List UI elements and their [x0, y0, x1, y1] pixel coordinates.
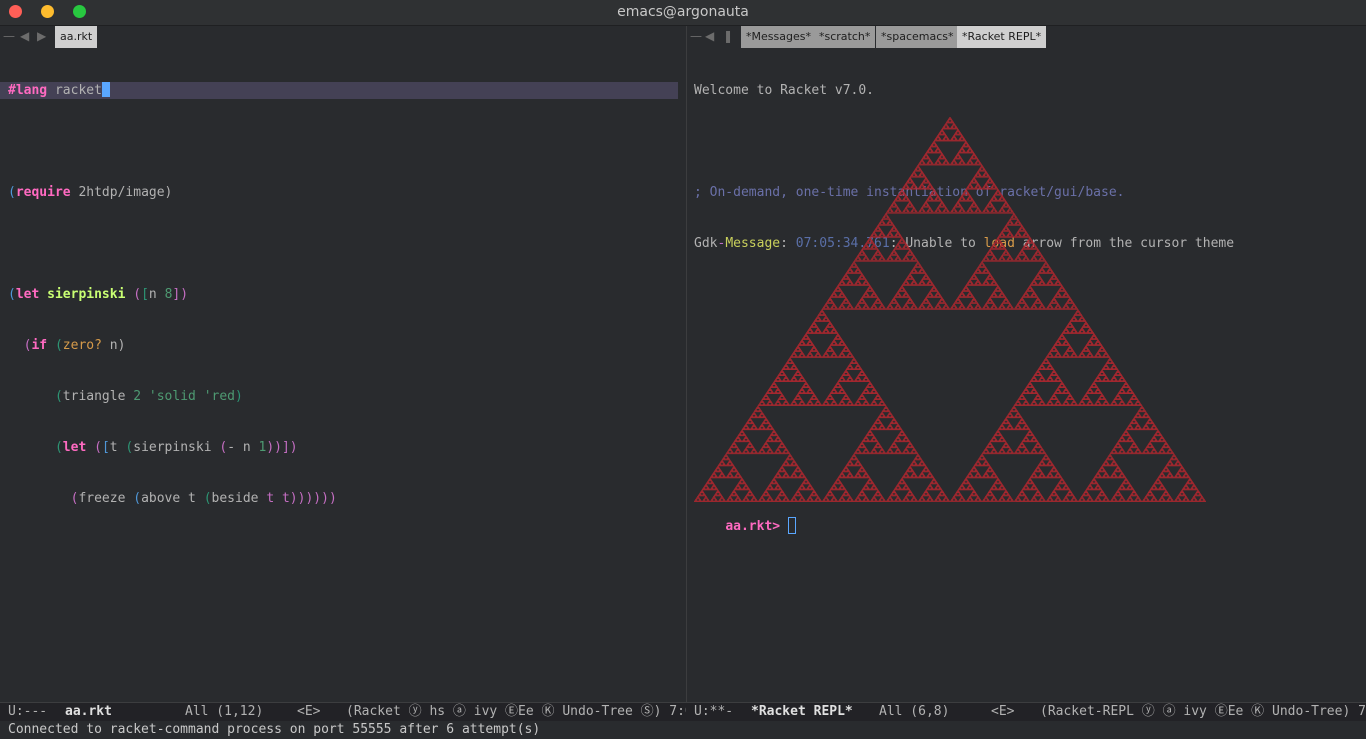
repl-welcome-line: Welcome to Racket v7.0.: [694, 83, 875, 98]
tab-prev-icon[interactable]: ◀: [705, 29, 714, 43]
left-modeline-modes[interactable]: (Racket ⓨ hs ⓐ ivy ⒺEe Ⓚ Undo-Tree Ⓢ) 7:…: [346, 703, 686, 721]
sierpinski-path: [694, 117, 1206, 502]
lang-keyword: #lang: [8, 83, 48, 98]
left-modeline-position: All (1,12): [185, 704, 264, 719]
text-cursor: [101, 82, 110, 97]
right-modeline-modes[interactable]: (Racket-REPL ⓨ ⓐ ivy ⒺEe Ⓚ Undo-Tree) 7: [1040, 703, 1366, 721]
left-tab-bar: — ◀ ▶ aa.rkt: [0, 26, 686, 48]
left-modeline-evil-state: <E>: [297, 704, 321, 719]
window-title: emacs@argonauta: [617, 4, 749, 20]
repl-cursor: [787, 517, 796, 534]
code-line-5: (let sierpinski ([n 8]): [8, 287, 189, 302]
tab-racket-repl[interactable]: *Racket REPL*: [957, 26, 1047, 48]
code-line-7: (triangle 2 'solid 'red): [54, 389, 243, 404]
tab-menu-icon[interactable]: —: [690, 29, 702, 43]
repl-prompt: aa.rkt>: [725, 519, 781, 534]
left-modeline-state: U:---: [8, 704, 48, 719]
code-line-8: (let ([t (sierpinski (- n 1))]): [54, 440, 298, 455]
right-modeline-position: All (6,8): [879, 704, 950, 719]
right-modeline-evil-state: <E>: [991, 704, 1015, 719]
left-modeline-buffer[interactable]: aa.rkt: [65, 703, 112, 721]
right-tab-bar: — ◀ ❚ *Messages* *scratch* *spacemacs* *…: [687, 26, 1366, 48]
tab-spacemacs[interactable]: *spacemacs*: [876, 26, 959, 48]
editor-pane-left[interactable]: — ◀ ▶ aa.rkt #lang racket (require 2htdp…: [0, 26, 687, 702]
tab-menu-icon[interactable]: —: [3, 29, 15, 43]
tab-next-icon[interactable]: ❚: [723, 29, 733, 43]
tab-next-icon[interactable]: ▶: [37, 29, 46, 43]
right-modeline-state: U:**-: [694, 704, 734, 719]
tab-aa-rkt[interactable]: aa.rkt: [55, 26, 98, 48]
tab-messages[interactable]: *Messages*: [741, 26, 816, 48]
code-line-1: #lang racket: [0, 82, 678, 99]
tab-scratch[interactable]: *scratch*: [814, 26, 876, 48]
code-buffer[interactable]: #lang racket (require 2htdp/image) (let …: [0, 48, 678, 541]
tab-prev-icon[interactable]: ◀: [20, 29, 29, 43]
code-line-6: (if (zero? n): [23, 338, 126, 353]
code-line-3: (require 2htdp/image): [8, 185, 173, 200]
mode-line: U:--- aa.rkt All (1,12) <E> (Racket ⓨ hs…: [0, 702, 1366, 721]
code-line-9: (freeze (above t (beside t t)))))): [70, 491, 345, 506]
repl-pane-right[interactable]: — ◀ ❚ *Messages* *scratch* *spacemacs* *…: [687, 26, 1366, 702]
sierpinski-triangle-image: [694, 117, 1206, 502]
title-bar: emacs@argonauta: [0, 0, 1366, 26]
repl-prompt-line[interactable]: aa.rkt>: [694, 500, 796, 552]
echo-area: Connected to racket-command process on p…: [0, 721, 1366, 739]
right-modeline-buffer[interactable]: *Racket REPL*: [751, 703, 853, 721]
